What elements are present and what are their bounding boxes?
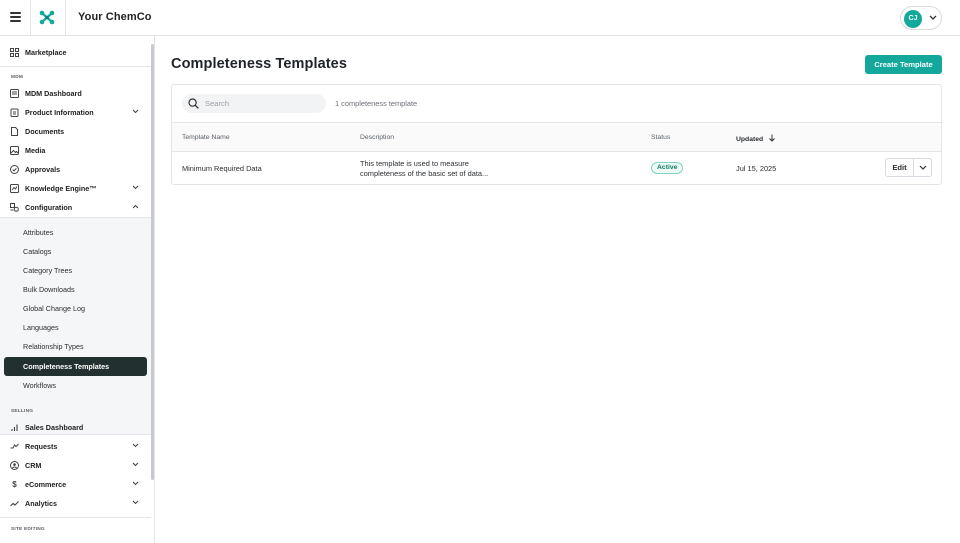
sidebar-item-ecommerce[interactable]: $ eCommerce <box>10 477 142 491</box>
table-row[interactable]: Minimum Required Data This template is u… <box>172 152 941 184</box>
check-circle-icon <box>10 164 19 174</box>
sidebar-subitem-category-trees[interactable]: Category Trees <box>23 266 72 275</box>
divider <box>0 517 151 518</box>
sidebar-item-label: Configuration <box>25 202 73 212</box>
user-circle-icon <box>10 460 19 470</box>
document-icon <box>11 126 18 136</box>
chevron-up-icon <box>132 204 139 209</box>
column-header-description[interactable]: Description <box>360 134 394 141</box>
chevron-down-icon <box>132 443 139 448</box>
updated-date: Jul 15, 2025 <box>736 164 777 173</box>
sidebar-item-approvals[interactable]: Approvals <box>10 162 142 176</box>
section-label-site-editing: SITE EDITING <box>11 527 45 532</box>
column-header-label: Updated <box>736 136 764 143</box>
sidebar-subitem-relationship-types[interactable]: Relationship Types <box>23 342 84 351</box>
sidebar-item-knowledge-engine[interactable]: Knowledge Engine™ <box>10 181 142 195</box>
chevron-down-icon <box>132 109 139 114</box>
row-actions: Edit <box>885 158 932 177</box>
bar-chart-icon <box>11 424 18 431</box>
template-name[interactable]: Minimum Required Data <box>182 164 262 173</box>
logo[interactable] <box>30 0 66 35</box>
sidebar-item-label: Media <box>25 145 46 155</box>
engine-icon <box>10 183 19 193</box>
sidebar-subitem-attributes[interactable]: Attributes <box>23 228 53 237</box>
sidebar-item-configuration[interactable]: Configuration <box>10 200 142 214</box>
create-template-button[interactable]: Create Template <box>865 55 942 74</box>
chevron-down-icon <box>929 15 937 20</box>
chevron-down-icon <box>132 185 139 190</box>
grid-icon <box>10 47 19 57</box>
sidebar-item-label: eCommerce <box>25 479 67 489</box>
section-label-selling: SELLING <box>11 409 34 414</box>
search-icon <box>188 98 199 109</box>
status-badge: Active <box>651 162 684 174</box>
image-icon <box>10 145 19 155</box>
sidebar-item-label: Analytics <box>25 498 57 508</box>
chevron-down-icon <box>132 500 139 505</box>
sidebar-item-media[interactable]: Media <box>10 143 142 157</box>
template-description: This template is used to measure complet… <box>360 159 530 178</box>
templates-card: 1 completeness template Template Name De… <box>171 84 942 185</box>
sidebar-item-label: Product Information <box>25 107 94 117</box>
sidebar-subitem-bulk-downloads[interactable]: Bulk Downloads <box>23 285 75 294</box>
sidebar-subitem-global-change-log[interactable]: Global Change Log <box>23 304 85 313</box>
description-line: This template is used to measure <box>360 159 469 168</box>
sidebar-item-crm[interactable]: CRM <box>10 458 142 472</box>
chevron-down-icon <box>919 165 927 170</box>
avatar: CJ <box>904 10 922 28</box>
search-input[interactable] <box>205 97 320 110</box>
requests-icon <box>10 443 19 448</box>
dollar-icon: $ <box>12 479 17 489</box>
divider <box>0 66 151 67</box>
sidebar-item-label: Requests <box>25 441 58 451</box>
search-box[interactable] <box>182 94 326 113</box>
chevron-down-icon <box>132 462 139 467</box>
sidebar-item-label: Documents <box>25 126 65 136</box>
top-bar: Your ChemCo CJ <box>0 0 960 36</box>
company-name: Your ChemCo <box>78 11 152 23</box>
sidebar-item-sales-dashboard[interactable]: Sales Dashboard <box>10 420 142 434</box>
sidebar-item-product-information[interactable]: Product Information <box>10 105 142 119</box>
column-header-updated[interactable]: Updated <box>736 134 776 143</box>
sidebar-item-documents[interactable]: Documents <box>10 124 142 138</box>
sidebar-item-label: Sales Dashboard <box>25 422 84 432</box>
more-actions-button[interactable] <box>914 159 932 176</box>
sidebar-item-mdm-dashboard[interactable]: MDM Dashboard <box>10 86 142 100</box>
sidebar-item-label: Marketplace <box>25 47 67 57</box>
sidebar-item-requests[interactable]: Requests <box>10 439 142 453</box>
sidebar-subitem-workflows[interactable]: Workflows <box>23 381 56 390</box>
sidebar-item-label: MDM Dashboard <box>25 88 82 98</box>
sidebar-item-label: Knowledge Engine™ <box>25 183 97 193</box>
user-menu-button[interactable]: CJ <box>900 6 942 30</box>
column-header-template-name[interactable]: Template Name <box>182 134 230 141</box>
menu-icon[interactable] <box>10 12 21 22</box>
trend-icon <box>10 500 19 506</box>
sidebar-item-label: CRM <box>25 460 42 470</box>
dashboard-icon <box>10 88 19 98</box>
clipboard-icon <box>10 108 19 117</box>
settings-icon <box>10 202 19 212</box>
sidebar-item-marketplace[interactable]: Marketplace <box>10 45 142 59</box>
column-header-status[interactable]: Status <box>651 134 670 141</box>
table-header: Template Name Description Status Updated <box>172 122 941 152</box>
sidebar: Marketplace MDM MDM Dashboard Product In… <box>0 36 155 543</box>
sidebar-subitem-catalogs[interactable]: Catalogs <box>23 247 51 256</box>
page-title: Completeness Templates <box>171 56 347 72</box>
sidebar-subitem-completeness-templates[interactable]: Completeness Templates <box>23 362 109 371</box>
sidebar-subitem-languages[interactable]: Languages <box>23 323 59 332</box>
sidebar-item-label: Approvals <box>25 164 61 174</box>
description-line: completeness of the basic set of data... <box>360 168 489 178</box>
sidebar-item-analytics[interactable]: Analytics <box>10 496 142 510</box>
edit-button[interactable]: Edit <box>886 159 914 176</box>
result-count: 1 completeness template <box>335 99 418 108</box>
sidebar-scrollbar[interactable] <box>151 44 154 480</box>
sort-descending-icon <box>769 134 775 142</box>
logo-icon <box>39 10 55 25</box>
chevron-down-icon <box>132 481 139 486</box>
section-label-mdm: MDM <box>11 75 24 80</box>
